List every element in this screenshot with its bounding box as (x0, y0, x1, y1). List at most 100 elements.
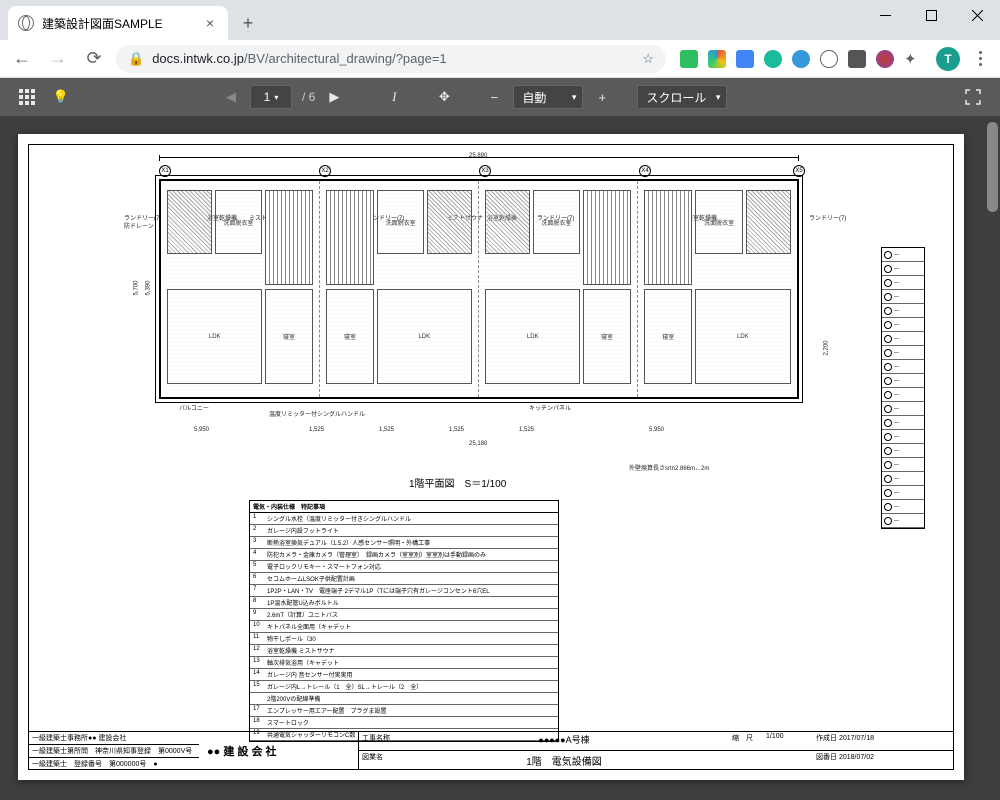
lock-icon: 🔒 (128, 51, 144, 67)
dim-overall-width2: 25,180 (469, 441, 487, 447)
room-closet: 洗面脱衣室 (695, 190, 743, 255)
page-number-input[interactable]: 1▾ (250, 85, 292, 109)
browser-tab[interactable]: 建築設計図面SAMPLE × (8, 6, 228, 40)
address-bar: ← → ⟳ 🔒 docs.intwk.co.jp/BV/architectura… (0, 40, 1000, 78)
ext-circle-icon[interactable] (764, 50, 782, 68)
legend-row: — (882, 402, 924, 416)
spec-row: 14ガレージ内 音センサー付実実用 (250, 669, 558, 681)
room-bedroom: 寝室 (583, 289, 630, 384)
dim-height2: 5,390 (146, 280, 152, 295)
legend-row: — (882, 332, 924, 346)
spec-row: 5電子ロックリモキー・スマートフォン対応 (250, 561, 558, 573)
dim: 1,525 (309, 427, 324, 433)
legend-row: — (882, 430, 924, 444)
viewer-toolbar: 💡 ◀ 1▾ / 6 ▶ I ✥ − 自動 + スクロール (0, 78, 1000, 116)
ext-camera-icon[interactable] (848, 50, 866, 68)
legend-row: — (882, 388, 924, 402)
floor-plan: 洗面脱衣室 LDK 寝室 洗面脱衣室 寝室 LDK 洗面脱衣室 (159, 179, 799, 399)
architect-license: 一級建築士 登録番号 第000000号 ● (29, 758, 199, 770)
scrollbar-thumb[interactable] (987, 122, 998, 212)
legend-row: — (882, 248, 924, 262)
zoom-out-button[interactable]: − (479, 82, 509, 112)
room-ldk: LDK (695, 289, 790, 384)
new-tab-button[interactable]: + (234, 9, 262, 37)
prev-page-button[interactable]: ◀ (216, 82, 246, 112)
legend-row: — (882, 514, 924, 528)
room-ldk: LDK (485, 289, 580, 384)
tab-title: 建築設計図面SAMPLE (42, 15, 163, 32)
pan-button[interactable]: ✥ (429, 82, 459, 112)
room-bedroom: 寝室 (644, 289, 692, 384)
ext-wall-note: 外壁換算長さsrtn2 866m←2m (629, 463, 709, 472)
room-label: 防ドレーン (124, 221, 154, 230)
maximize-button[interactable] (908, 0, 954, 30)
drawing-page: X1 X2 X3 X4 X5 25,890 ランドリー(7) 防ドレーン 浴室乾… (18, 134, 964, 780)
spec-row: 4防犯カメラ・金庫カメラ（管理室） 録画カメラ（室室別）室室別は手動録画のみ (250, 549, 558, 561)
dimension-line-top (159, 157, 799, 175)
room-stairs (326, 190, 373, 285)
close-button[interactable] (954, 0, 1000, 30)
legend-row: — (882, 304, 924, 318)
company-name: ●● 建 設 会 社 (199, 732, 359, 769)
room-bath (167, 190, 211, 255)
legend-row: — (882, 500, 924, 514)
scale-label: 縮 尺 (729, 732, 763, 751)
drawing-label: 図業名 (359, 751, 399, 769)
note: 温度リミッター付シングルハンドル (269, 409, 365, 418)
bookmark-star-icon[interactable]: ☆ (642, 51, 654, 67)
window-controls (862, 0, 1000, 30)
zoom-select[interactable]: 自動 (513, 85, 583, 109)
spec-row: 2階200Vの配線準備 (250, 693, 558, 705)
symbol-legend: ———————————————————— (881, 247, 925, 529)
ext-palette-icon[interactable] (876, 50, 894, 68)
room-label: ランドリー(7) (809, 213, 846, 222)
page-total: / 6 (302, 90, 315, 104)
info-button[interactable]: 💡 (46, 82, 76, 112)
fullscreen-button[interactable] (958, 82, 988, 112)
spec-row: 17エンプレッサー用エアー配置 プラグま設置 (250, 705, 558, 717)
spec-row: 71P2P・LAN・TV 電座端子 2デマル1P（Tには端子穴有ガレージコンセン… (250, 585, 558, 597)
project-name: ●●●●●A号棟 (399, 732, 729, 751)
viewer-canvas[interactable]: X1 X2 X3 X4 X5 25,890 ランドリー(7) 防ドレーン 浴室乾… (0, 116, 1000, 800)
browser-menu-button[interactable] (968, 51, 992, 66)
scale-value: 1/100 (763, 732, 813, 751)
ext-puzzle-icon[interactable]: ✦ (904, 50, 922, 68)
legend-row: — (882, 472, 924, 486)
room-bath (427, 190, 471, 255)
tab-close-icon[interactable]: × (202, 15, 218, 31)
project-label: 工事名称 (359, 732, 399, 751)
ext-evernote-icon[interactable] (680, 50, 698, 68)
vertical-scrollbar[interactable] (985, 116, 1000, 800)
drawing-name: 1階 電気設備図 (399, 751, 729, 769)
minimize-button[interactable] (862, 0, 908, 30)
ext-color-icon[interactable] (708, 50, 726, 68)
forward-button[interactable]: → (44, 45, 72, 73)
text-cursor-button[interactable]: I (379, 82, 409, 112)
spec-row: 2ガレージ内設フットライト (250, 525, 558, 537)
ext-docs-icon[interactable] (736, 50, 754, 68)
url-domain: docs.intwk.co.jp (152, 51, 244, 66)
room-closet: 洗面脱衣室 (377, 190, 424, 255)
room-stairs (644, 190, 692, 285)
legend-row: — (882, 444, 924, 458)
profile-avatar[interactable]: T (936, 47, 960, 71)
scroll-mode-select[interactable]: スクロール (637, 85, 727, 109)
room-closet: 洗面脱衣室 (215, 190, 262, 255)
zoom-in-button[interactable]: + (587, 82, 617, 112)
spec-row: 1シングル水栓（温度リミッター付きシングルハンドル (250, 513, 558, 525)
back-button[interactable]: ← (8, 45, 36, 73)
spec-row: 18スマートロック (250, 717, 558, 729)
extension-icons: ✦ (674, 50, 928, 68)
room-bath (746, 190, 791, 255)
spec-table: 電気・内装仕様 特記事項 1シングル水栓（温度リミッター付きシングルハンドル2ガ… (249, 500, 559, 742)
next-page-button[interactable]: ▶ (319, 82, 349, 112)
ext-target-icon[interactable] (792, 50, 810, 68)
spec-row: 15ガレージ内L→トレール（1 全）SL→トレール（2 全） (250, 681, 558, 693)
ext-info-icon[interactable] (820, 50, 838, 68)
dim: 5,950 (194, 427, 209, 433)
url-input[interactable]: 🔒 docs.intwk.co.jp/BV/architectural_draw… (116, 45, 666, 73)
thumbnails-button[interactable] (12, 82, 42, 112)
architect-reg: 一級建築士第所問 神奈川県知事登録 第0000V号 (29, 745, 199, 758)
reload-button[interactable]: ⟳ (80, 45, 108, 73)
url-path: /BV/architectural_drawing/?page=1 (244, 51, 447, 66)
